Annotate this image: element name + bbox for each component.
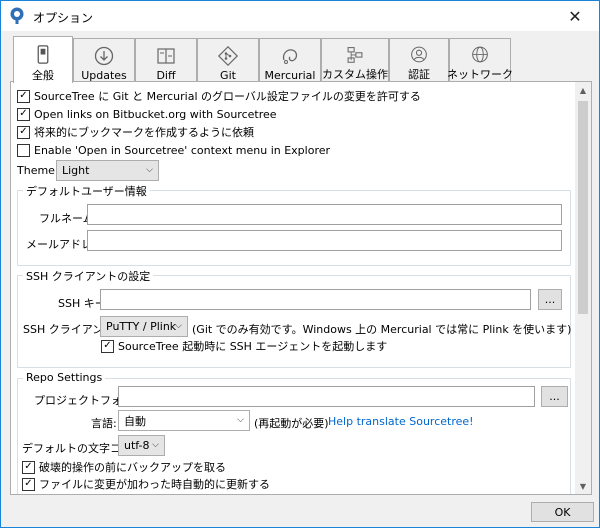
project-folder-input[interactable] bbox=[118, 386, 535, 407]
restart-note: (再起動が必要) bbox=[254, 417, 329, 430]
default-user-group bbox=[17, 190, 571, 266]
theme-select[interactable]: Light ⌵ bbox=[56, 160, 159, 181]
scrollbar-thumb[interactable] bbox=[578, 101, 588, 314]
globe-icon bbox=[472, 46, 488, 63]
account-icon bbox=[411, 46, 427, 63]
ok-button[interactable]: OK bbox=[531, 502, 594, 522]
diff-icon bbox=[157, 48, 175, 64]
check-icon: ✓ bbox=[22, 477, 35, 491]
tab-updates[interactable]: Updates bbox=[73, 38, 135, 82]
theme-label: Theme: bbox=[17, 164, 59, 177]
translate-link[interactable]: Help translate Sourcetree! bbox=[328, 415, 474, 428]
project-folder-browse-button[interactable]: ... bbox=[541, 386, 568, 407]
open-bitbucket-links-checkbox[interactable]: ✓ Open links on Bitbucket.org with Sourc… bbox=[17, 106, 277, 122]
settings-scroll-area: ✓ SourceTree に Git と Mercurial のグローバル設定フ… bbox=[11, 82, 577, 494]
backup-checkbox[interactable]: ✓ 破壊的操作の前にバックアップを取る bbox=[22, 459, 226, 475]
auto-refresh-checkbox[interactable]: ✓ ファイルに変更が加わった時自動的に更新する bbox=[22, 476, 270, 492]
check-icon: ✓ bbox=[101, 339, 114, 353]
general-panel: ✓ SourceTree に Git と Mercurial のグローバル設定フ… bbox=[10, 81, 592, 495]
email-input[interactable] bbox=[87, 230, 562, 251]
switch-icon bbox=[37, 45, 49, 64]
language-label: 言語: bbox=[91, 417, 117, 430]
start-ssh-agent-checkbox[interactable]: ✓ SourceTree 起動時に SSH エージェントを起動します bbox=[101, 338, 387, 354]
chevron-down-icon: ⌵ bbox=[152, 440, 159, 450]
chevron-down-icon: ⌵ bbox=[237, 415, 244, 425]
custom-actions-icon bbox=[347, 47, 363, 63]
title-bar: オプション ✕ bbox=[1, 1, 599, 31]
repo-group-title: Repo Settings bbox=[23, 371, 106, 384]
git-icon bbox=[217, 45, 239, 67]
check-icon: ✓ bbox=[22, 460, 35, 474]
encoding-select[interactable]: utf-8 ⌵ bbox=[118, 435, 165, 456]
check-icon: ✓ bbox=[17, 125, 30, 139]
download-icon bbox=[94, 46, 114, 66]
sourcetree-logo-icon bbox=[10, 7, 24, 24]
default-user-group-title: デフォルトユーザー情報 bbox=[23, 183, 150, 199]
check-icon: ✓ bbox=[17, 89, 30, 103]
mercurial-icon bbox=[282, 49, 298, 64]
scroll-up-icon[interactable]: ▲ bbox=[575, 82, 591, 98]
chevron-down-icon: ⌵ bbox=[175, 321, 182, 331]
tab-mercurial[interactable]: Mercurial bbox=[259, 38, 321, 82]
tab-git[interactable]: Git bbox=[197, 38, 259, 82]
options-window: オプション ✕ 全般 Updates Diff Git Mercurial カス… bbox=[0, 0, 600, 528]
tab-strip: 全般 Updates Diff Git Mercurial カスタム操作 認証 … bbox=[13, 36, 513, 83]
chevron-down-icon: ⌵ bbox=[146, 165, 153, 175]
ssh-client-note: (Git でのみ有効です。Windows 上の Mercurial では常に P… bbox=[192, 323, 572, 336]
explorer-context-menu-checkbox[interactable]: Enable 'Open in Sourcetree' context menu… bbox=[17, 142, 330, 158]
vertical-scrollbar[interactable]: ▲ ▼ bbox=[575, 82, 591, 494]
allow-global-config-checkbox[interactable]: ✓ SourceTree に Git と Mercurial のグローバル設定フ… bbox=[17, 88, 421, 104]
tab-authentication[interactable]: 認証 bbox=[389, 38, 449, 82]
close-button[interactable]: ✕ bbox=[555, 1, 595, 31]
close-icon: ✕ bbox=[568, 6, 582, 26]
ssh-client-select[interactable]: PuTTY / Plink ⌵ bbox=[100, 316, 188, 337]
check-icon: ✓ bbox=[17, 107, 30, 121]
ssh-group-title: SSH クライアントの設定 bbox=[23, 268, 154, 284]
ssh-key-browse-button[interactable]: ... bbox=[538, 289, 562, 310]
tab-diff[interactable]: Diff bbox=[135, 38, 197, 82]
tab-general[interactable]: 全般 bbox=[13, 36, 73, 83]
tab-custom-actions[interactable]: カスタム操作 bbox=[321, 38, 389, 82]
scroll-down-icon[interactable]: ▼ bbox=[575, 478, 591, 494]
ssh-key-input[interactable] bbox=[100, 289, 531, 310]
tab-network[interactable]: ネットワーク bbox=[447, 38, 513, 82]
fullname-input[interactable] bbox=[87, 204, 562, 225]
language-select[interactable]: 自動 ⌵ bbox=[118, 410, 250, 431]
ask-bookmarks-checkbox[interactable]: ✓ 将来的にブックマークを作成するように依頼 bbox=[17, 124, 254, 140]
window-title: オプション bbox=[33, 11, 94, 25]
